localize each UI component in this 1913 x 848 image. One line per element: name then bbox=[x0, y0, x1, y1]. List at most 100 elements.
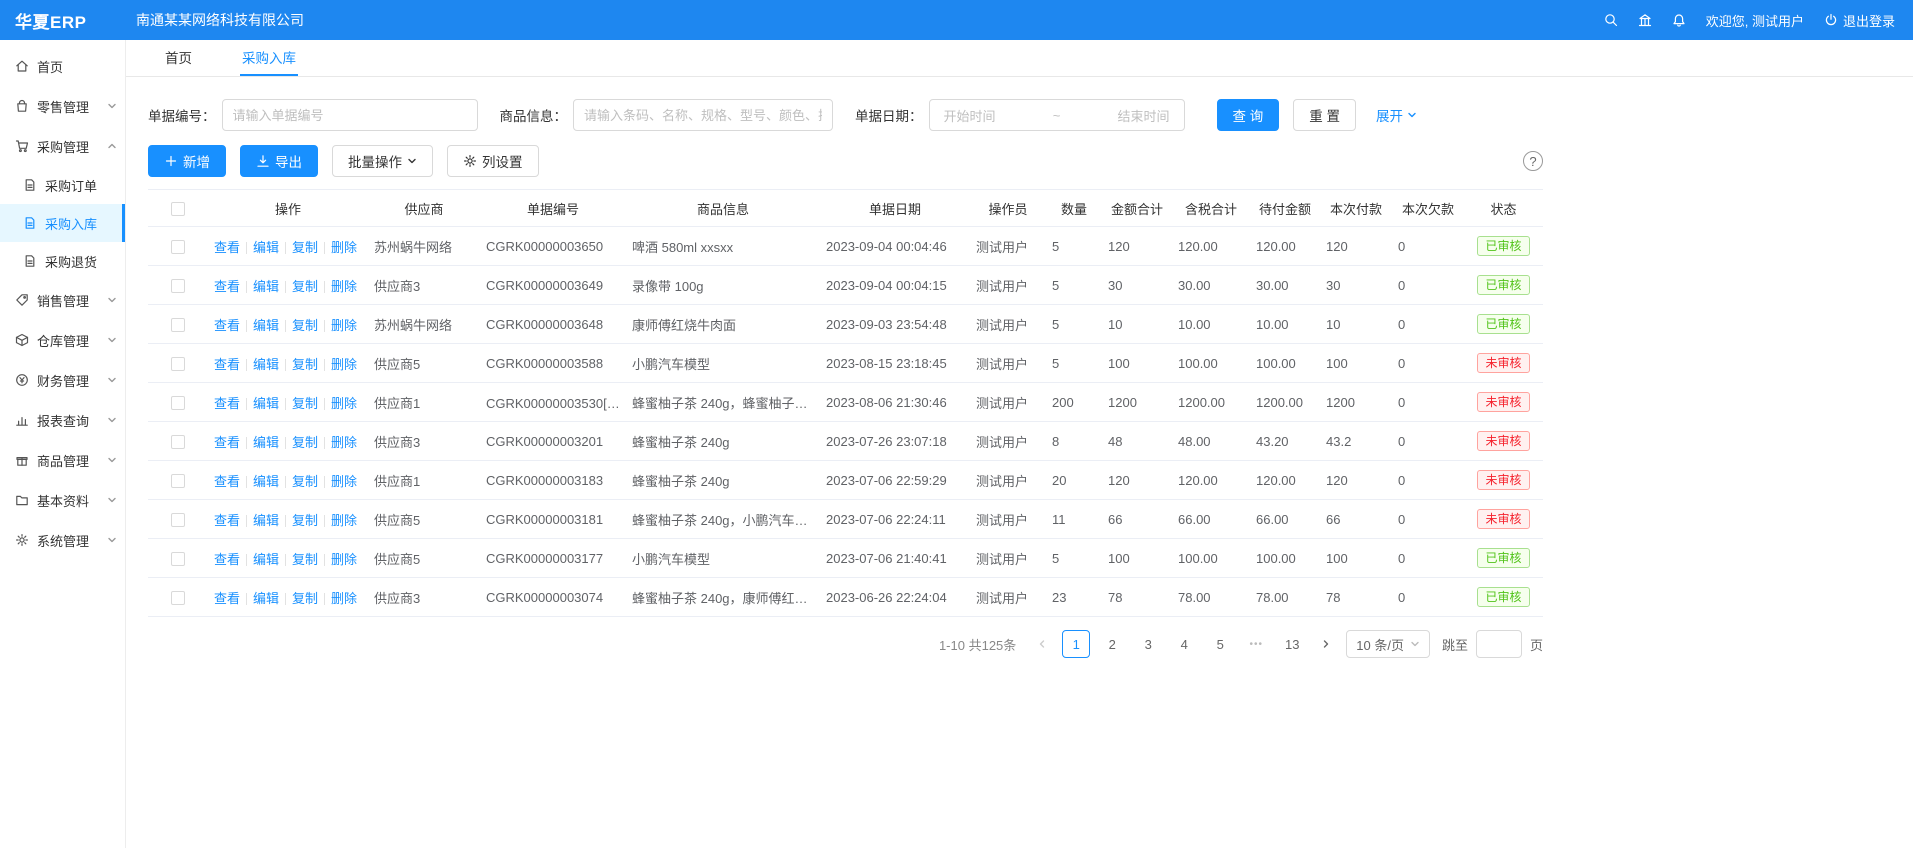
row-checkbox[interactable] bbox=[171, 240, 185, 254]
row-action-copy[interactable]: 复制 bbox=[292, 318, 318, 333]
row-action-edit[interactable]: 编辑 bbox=[253, 357, 279, 372]
page-button-13[interactable]: 13 bbox=[1278, 630, 1306, 658]
row-action-view[interactable]: 查看 bbox=[214, 435, 240, 450]
sidebar-item-finance[interactable]: 财务管理 bbox=[0, 360, 125, 400]
row-action-edit[interactable]: 编辑 bbox=[253, 396, 279, 411]
row-action-delete[interactable]: 删除 bbox=[331, 513, 357, 528]
row-action-delete[interactable]: 删除 bbox=[331, 435, 357, 450]
row-action-edit[interactable]: 编辑 bbox=[253, 318, 279, 333]
sidebar-item-report[interactable]: 报表查询 bbox=[0, 400, 125, 440]
sidebar-item-basedata[interactable]: 基本资料 bbox=[0, 480, 125, 520]
row-action-edit[interactable]: 编辑 bbox=[253, 513, 279, 528]
row-action-edit[interactable]: 编辑 bbox=[253, 279, 279, 294]
row-action-edit[interactable]: 编辑 bbox=[253, 474, 279, 489]
row-action-view[interactable]: 查看 bbox=[214, 279, 240, 294]
warehouse-icon bbox=[15, 333, 29, 347]
sidebar-item-purchase-in[interactable]: 采购入库 bbox=[0, 204, 125, 242]
page-button-2[interactable]: 2 bbox=[1098, 630, 1126, 658]
row-action-copy[interactable]: 复制 bbox=[292, 240, 318, 255]
jump-input[interactable] bbox=[1476, 630, 1522, 658]
help-icon[interactable]: ? bbox=[1523, 151, 1543, 171]
product-info-input[interactable] bbox=[573, 99, 833, 131]
select-all-checkbox[interactable] bbox=[171, 202, 185, 216]
row-checkbox[interactable] bbox=[171, 396, 185, 410]
row-action-delete[interactable]: 删除 bbox=[331, 396, 357, 411]
cell-supplier: 苏州蜗牛网络 bbox=[368, 227, 480, 266]
row-action-delete[interactable]: 删除 bbox=[331, 318, 357, 333]
table-row: 查看编辑复制删除供应商5CGRK00000003181蜂蜜柚子茶 240g，小鹏… bbox=[148, 500, 1543, 539]
sidebar-item-label: 商品管理 bbox=[37, 451, 107, 470]
row-action-copy[interactable]: 复制 bbox=[292, 357, 318, 372]
sidebar-item-purchase-return[interactable]: 采购退货 bbox=[0, 242, 125, 280]
row-action-delete[interactable]: 删除 bbox=[331, 357, 357, 372]
row-action-view[interactable]: 查看 bbox=[214, 552, 240, 567]
row-action-view[interactable]: 查看 bbox=[214, 513, 240, 528]
row-action-copy[interactable]: 复制 bbox=[292, 513, 318, 528]
row-checkbox[interactable] bbox=[171, 513, 185, 527]
row-checkbox[interactable] bbox=[171, 279, 185, 293]
page-size-select[interactable]: 10 条/页 bbox=[1346, 630, 1430, 658]
row-action-copy[interactable]: 复制 bbox=[292, 591, 318, 606]
row-action-edit[interactable]: 编辑 bbox=[253, 552, 279, 567]
row-action-delete[interactable]: 删除 bbox=[331, 279, 357, 294]
page-button-1[interactable]: 1 bbox=[1062, 630, 1090, 658]
search-icon[interactable] bbox=[1604, 13, 1618, 27]
row-checkbox[interactable] bbox=[171, 318, 185, 332]
row-action-view[interactable]: 查看 bbox=[214, 318, 240, 333]
row-checkbox[interactable] bbox=[171, 552, 185, 566]
row-action-edit[interactable]: 编辑 bbox=[253, 240, 279, 255]
divider bbox=[246, 281, 247, 293]
date-range-input[interactable]: 开始时间 ~ 结束时间 bbox=[929, 99, 1185, 131]
row-checkbox[interactable] bbox=[171, 357, 185, 371]
row-action-copy[interactable]: 复制 bbox=[292, 396, 318, 411]
batch-actions-button[interactable]: 批量操作 bbox=[332, 145, 433, 177]
row-action-delete[interactable]: 删除 bbox=[331, 591, 357, 606]
reset-button[interactable]: 重 置 bbox=[1293, 99, 1356, 131]
sidebar-item-goods[interactable]: 商品管理 bbox=[0, 440, 125, 480]
column-header: 供应商 bbox=[368, 190, 480, 227]
row-action-copy[interactable]: 复制 bbox=[292, 552, 318, 567]
page-button-4[interactable]: 4 bbox=[1170, 630, 1198, 658]
sidebar-item-warehouse[interactable]: 仓库管理 bbox=[0, 320, 125, 360]
row-checkbox[interactable] bbox=[171, 591, 185, 605]
divider bbox=[285, 554, 286, 566]
row-action-view[interactable]: 查看 bbox=[214, 357, 240, 372]
sidebar-item-retail[interactable]: 零售管理 bbox=[0, 86, 125, 126]
row-action-copy[interactable]: 复制 bbox=[292, 474, 318, 489]
building-icon[interactable] bbox=[1638, 13, 1652, 27]
row-action-delete[interactable]: 删除 bbox=[331, 474, 357, 489]
sidebar-item-system[interactable]: 系统管理 bbox=[0, 520, 125, 560]
row-checkbox[interactable] bbox=[171, 474, 185, 488]
row-action-view[interactable]: 查看 bbox=[214, 396, 240, 411]
page-button-5[interactable]: 5 bbox=[1206, 630, 1234, 658]
row-action-view[interactable]: 查看 bbox=[214, 474, 240, 489]
sidebar-item-home[interactable]: 首页 bbox=[0, 46, 125, 86]
row-action-delete[interactable]: 删除 bbox=[331, 240, 357, 255]
page-button-3[interactable]: 3 bbox=[1134, 630, 1162, 658]
tab-purchase-in[interactable]: 采购入库 bbox=[240, 40, 298, 76]
row-action-edit[interactable]: 编辑 bbox=[253, 435, 279, 450]
row-action-copy[interactable]: 复制 bbox=[292, 435, 318, 450]
row-action-edit[interactable]: 编辑 bbox=[253, 591, 279, 606]
column-settings-button[interactable]: 列设置 bbox=[447, 145, 539, 177]
bell-icon[interactable] bbox=[1672, 13, 1686, 27]
pagination-ellipsis[interactable]: ••• bbox=[1242, 630, 1270, 658]
row-action-view[interactable]: 查看 bbox=[214, 240, 240, 255]
row-action-copy[interactable]: 复制 bbox=[292, 279, 318, 294]
sidebar-item-purchase[interactable]: 采购管理 bbox=[0, 126, 125, 166]
sidebar-item-sales[interactable]: 销售管理 bbox=[0, 280, 125, 320]
expand-link[interactable]: 展开 bbox=[1376, 105, 1417, 125]
row-action-delete[interactable]: 删除 bbox=[331, 552, 357, 567]
prev-page-button[interactable] bbox=[1030, 630, 1054, 658]
row-checkbox[interactable] bbox=[171, 435, 185, 449]
doc-no-input[interactable] bbox=[222, 99, 478, 131]
search-button[interactable]: 查 询 bbox=[1217, 99, 1280, 131]
tab-home[interactable]: 首页 bbox=[163, 40, 194, 76]
export-button[interactable]: 导出 bbox=[240, 145, 318, 177]
next-page-button[interactable] bbox=[1314, 630, 1338, 658]
cell-paid: 78 bbox=[1320, 578, 1392, 617]
logout-button[interactable]: 退出登录 bbox=[1824, 11, 1895, 30]
add-button[interactable]: 新增 bbox=[148, 145, 226, 177]
row-action-view[interactable]: 查看 bbox=[214, 591, 240, 606]
sidebar-item-purchase-order[interactable]: 采购订单 bbox=[0, 166, 125, 204]
